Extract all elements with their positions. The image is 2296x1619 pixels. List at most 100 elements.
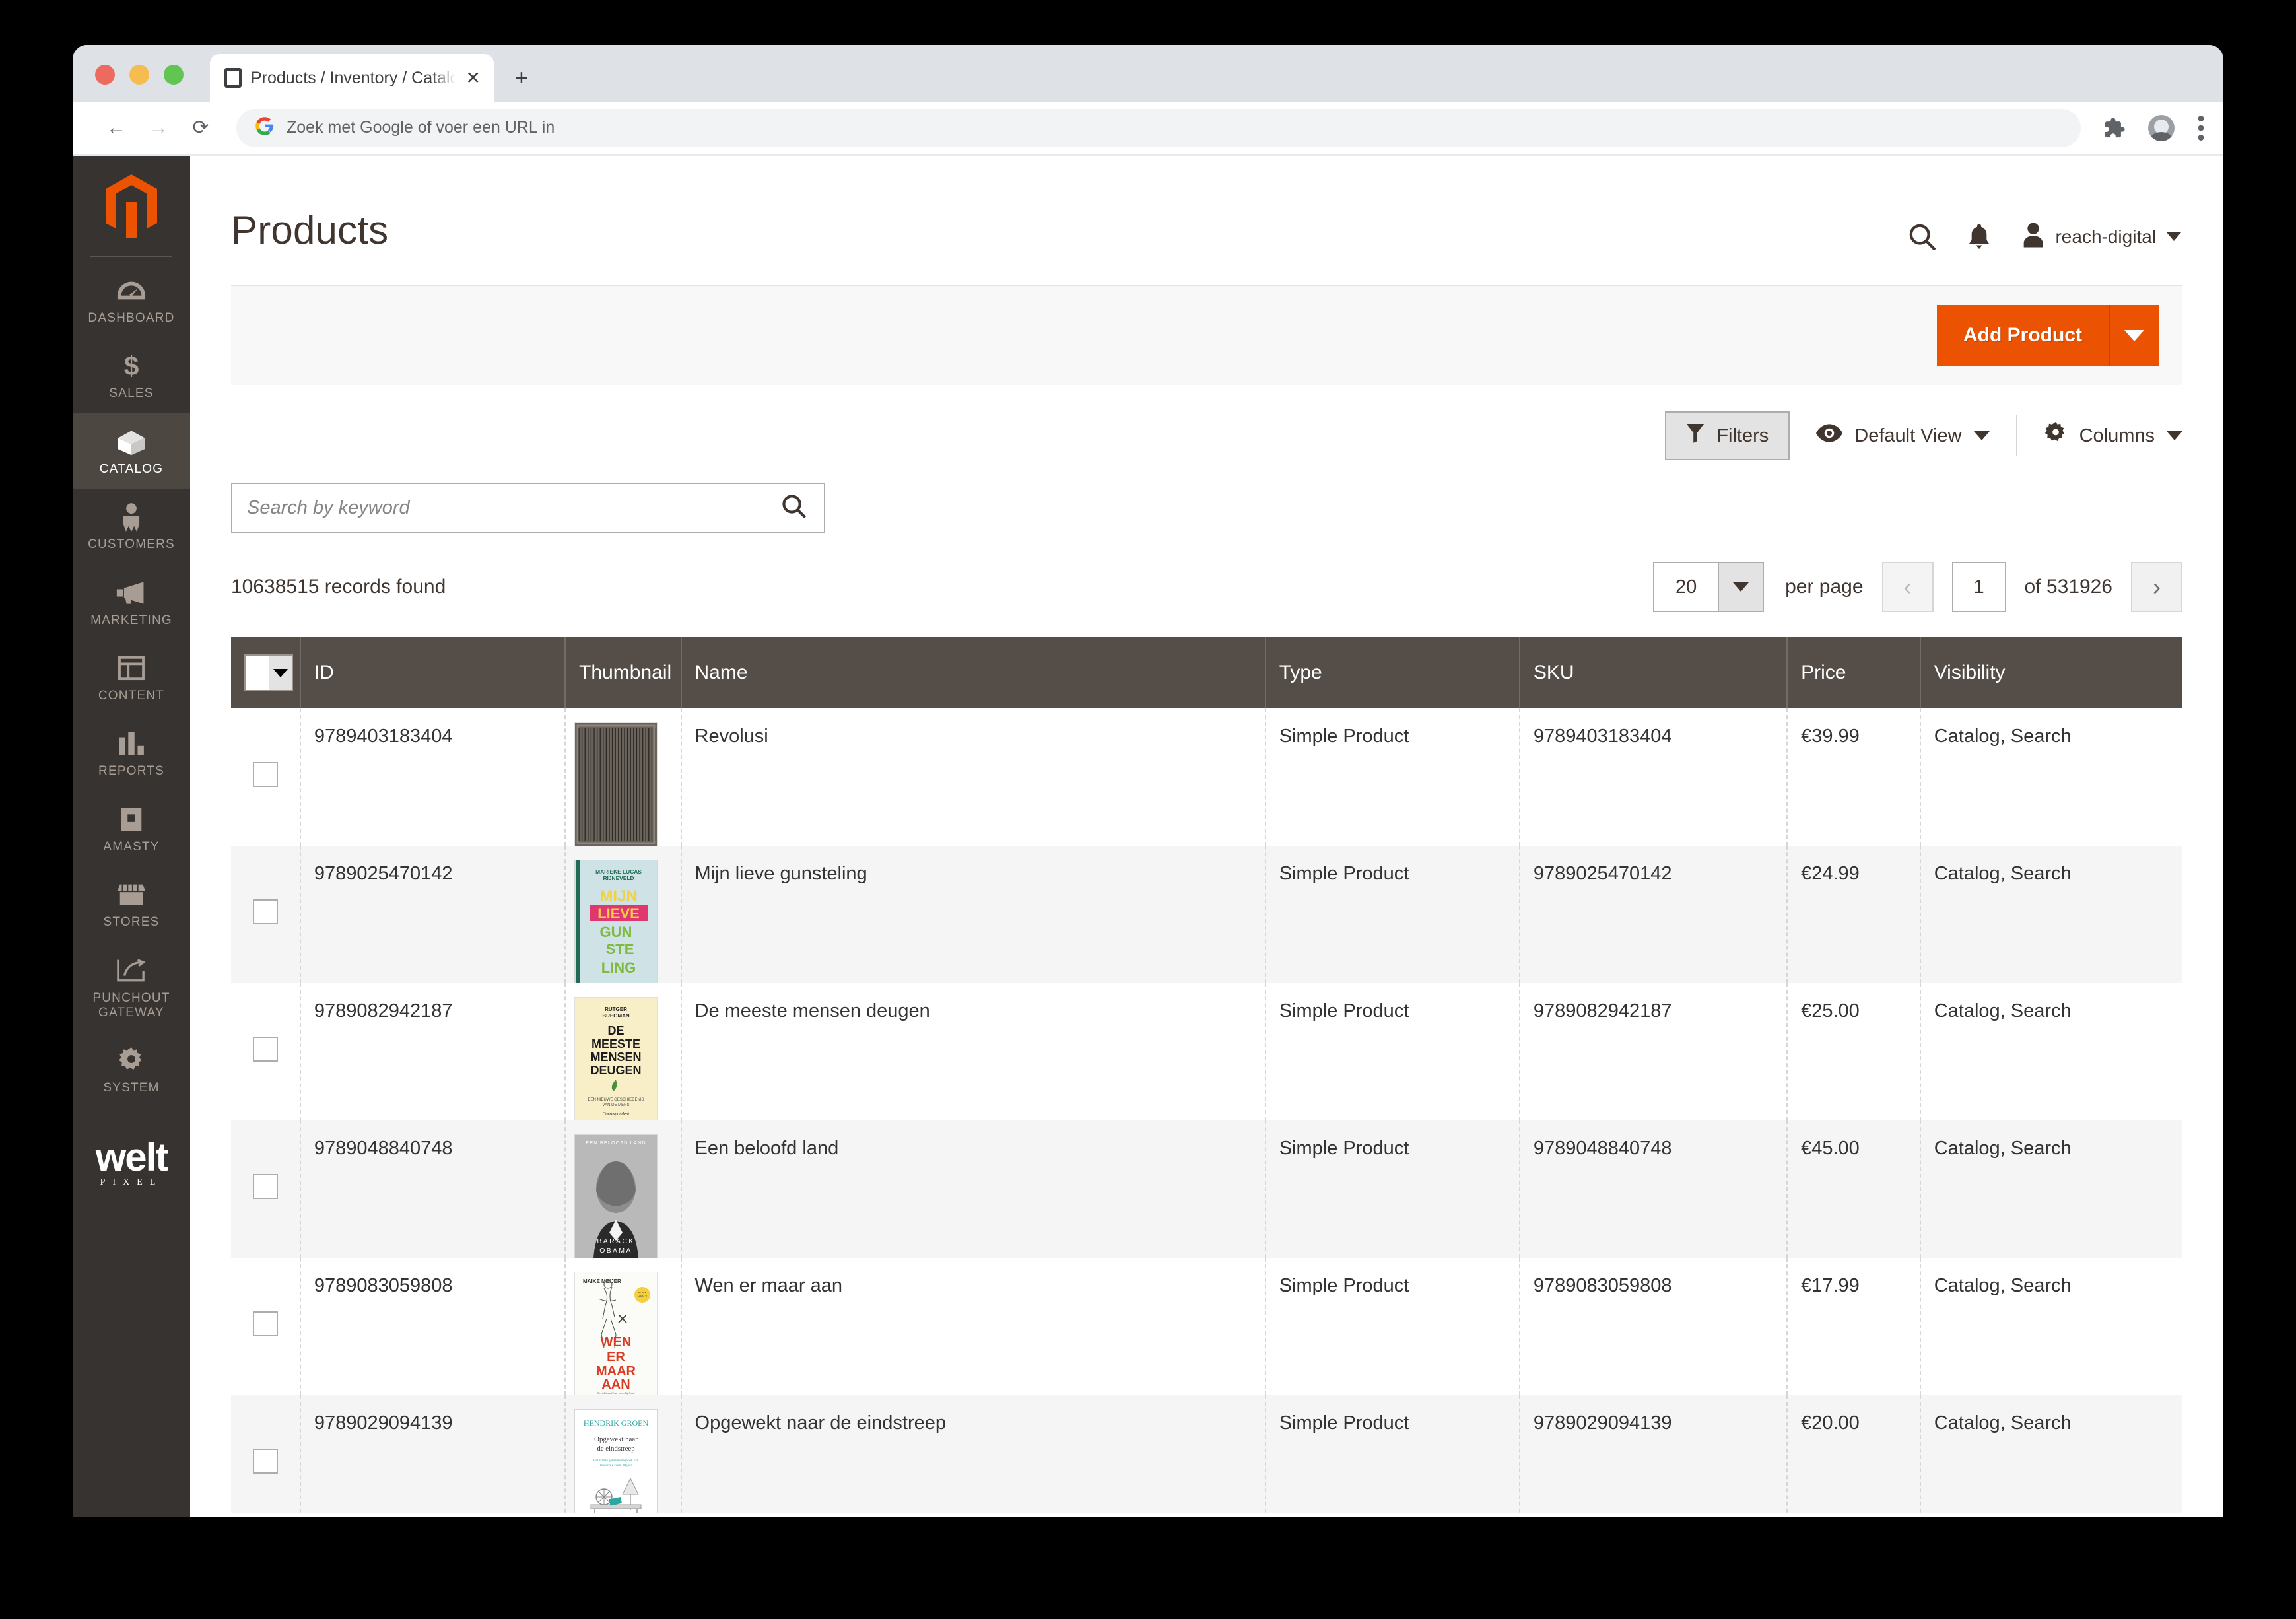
person-icon bbox=[120, 502, 143, 532]
filters-label: Filters bbox=[1716, 425, 1769, 446]
column-header-visibility[interactable]: Visibility bbox=[1920, 637, 2182, 708]
svg-text:MIJN: MIJN bbox=[599, 887, 637, 905]
sidebar-item-punchout-gateway[interactable]: PUNCHOUT GATEWAY bbox=[73, 942, 190, 1033]
per-page-select[interactable]: 20 bbox=[1653, 562, 1765, 612]
search-icon[interactable] bbox=[782, 494, 807, 522]
sidebar-item-label: CONTENT bbox=[98, 689, 165, 703]
row-checkbox[interactable] bbox=[252, 1037, 278, 1062]
sidebar-item-sales[interactable]: $ SALES bbox=[73, 337, 190, 413]
svg-text:Het laatste geheime dagboek va: Het laatste geheime dagboek van bbox=[593, 1459, 639, 1463]
row-select-cell bbox=[231, 708, 301, 846]
sidebar-item-marketing[interactable]: MARKETING bbox=[73, 565, 190, 640]
table-row[interactable]: 9789083059808 MAIKE MEIJER BOEK VAN 3 WE… bbox=[231, 1258, 2182, 1395]
row-select-cell bbox=[231, 1120, 301, 1258]
chrome-menu-icon[interactable] bbox=[2197, 115, 2205, 141]
row-checkbox[interactable] bbox=[252, 762, 278, 787]
svg-text:Correspondent: Correspondent bbox=[603, 1112, 630, 1117]
new-tab-button[interactable]: + bbox=[515, 65, 528, 102]
cell-visibility: Catalog, Search bbox=[1934, 1138, 2072, 1159]
maximize-window-button[interactable] bbox=[164, 65, 184, 85]
main-content: Products reach-digital Add Product Filte… bbox=[190, 156, 2223, 1517]
select-all-dropdown-toggle[interactable] bbox=[269, 656, 292, 690]
cell-name: De meeste mensen deugen bbox=[681, 983, 1266, 1120]
forward-button[interactable]: → bbox=[137, 117, 180, 139]
dashboard-gauge-icon bbox=[116, 275, 147, 306]
browser-tab[interactable]: Products / Inventory / Catalog / ✕ bbox=[210, 54, 494, 102]
admin-sidebar: DASHBOARD $ SALES CATALOG CUSTOMERS MARK… bbox=[73, 156, 190, 1517]
user-menu[interactable]: reach-digital bbox=[2022, 222, 2181, 252]
search-by-keyword-box[interactable] bbox=[231, 483, 825, 533]
cell-visibility: Catalog, Search bbox=[1934, 1412, 2072, 1433]
cell-visibility: Catalog, Search bbox=[1934, 1275, 2072, 1296]
svg-text:MEESTE: MEESTE bbox=[591, 1037, 640, 1051]
sidebar-item-content[interactable]: CONTENT bbox=[73, 640, 190, 715]
table-row[interactable]: 9789025470142 MARIEKE LUCAS RIJNEVELD MI… bbox=[231, 846, 2182, 983]
columns-dropdown[interactable]: Columns bbox=[2044, 421, 2182, 450]
next-page-button[interactable]: › bbox=[2131, 562, 2182, 612]
add-product-dropdown-toggle[interactable] bbox=[2109, 305, 2159, 366]
svg-text:Opgewekt naar: Opgewekt naar bbox=[594, 1435, 638, 1443]
svg-text:LIEVE: LIEVE bbox=[597, 905, 640, 922]
sidebar-item-system[interactable]: SYSTEM bbox=[73, 1032, 190, 1107]
sidebar-item-customers[interactable]: CUSTOMERS bbox=[73, 489, 190, 564]
cell-sku: 9789083059808 bbox=[1519, 1258, 1788, 1395]
select-all-control[interactable] bbox=[244, 654, 293, 691]
cell-id: 9789403183404 bbox=[300, 708, 566, 846]
row-checkbox[interactable] bbox=[252, 899, 278, 924]
sidebar-item-dashboard[interactable]: DASHBOARD bbox=[73, 262, 190, 337]
book-cover-de-meeste-mensen-deugen: RUTGER BREGMAN DE MEESTE MENSEN DEUGEN E… bbox=[575, 998, 658, 1120]
table-row[interactable]: 9789048840748 EEN BELOOFD LAND BARACK OB… bbox=[231, 1120, 2182, 1258]
row-checkbox[interactable] bbox=[252, 1311, 278, 1336]
sidebar-item-amasty[interactable]: AMASTY bbox=[73, 791, 190, 866]
minimize-window-button[interactable] bbox=[129, 65, 149, 85]
column-header-thumbnail[interactable]: Thumbnail bbox=[565, 637, 682, 708]
sidebar-item-label: SYSTEM bbox=[103, 1081, 160, 1095]
cell-price: €24.99 bbox=[1787, 846, 1921, 983]
magento-logo-icon[interactable] bbox=[103, 174, 160, 241]
column-header-type[interactable]: Type bbox=[1265, 637, 1520, 708]
page-number-input[interactable] bbox=[1951, 562, 2006, 612]
table-row[interactable]: 9789082942187 RUTGER BREGMAN DE MEESTE M… bbox=[231, 983, 2182, 1120]
column-header-price[interactable]: Price bbox=[1787, 637, 1921, 708]
add-product-button[interactable]: Add Product bbox=[1937, 305, 2109, 366]
row-checkbox[interactable] bbox=[252, 1449, 278, 1474]
sidebar-item-catalog[interactable]: CATALOG bbox=[73, 413, 190, 489]
filters-button[interactable]: Filters bbox=[1665, 411, 1790, 460]
previous-page-button[interactable]: ‹ bbox=[1881, 562, 1934, 612]
address-bar[interactable]: Zoek met Google of voer een URL in bbox=[236, 108, 2081, 147]
back-button[interactable]: ← bbox=[95, 117, 137, 139]
column-header-id[interactable]: ID bbox=[300, 637, 566, 708]
per-page-dropdown-toggle[interactable] bbox=[1718, 563, 1763, 611]
table-row[interactable]: 9789029094139 HENDRIK GROEN Opgewekt naa… bbox=[231, 1395, 2182, 1517]
svg-text:$: $ bbox=[124, 351, 139, 380]
row-select-cell bbox=[231, 983, 301, 1120]
book-cover-opgewekt-naar-de-eindstreep: HENDRIK GROEN Opgewekt naar de eindstree… bbox=[575, 1410, 658, 1517]
browser-window: Products / Inventory / Catalog / ✕ + ← →… bbox=[73, 45, 2223, 1517]
cell-thumbnail: MARIEKE LUCAS RIJNEVELD MIJN LIEVE GUN S… bbox=[565, 846, 682, 983]
cell-sku: 9789029094139 bbox=[1519, 1395, 1788, 1517]
default-view-dropdown[interactable]: Default View bbox=[1816, 424, 1990, 448]
reload-button[interactable]: ⟳ bbox=[180, 116, 222, 139]
bell-icon[interactable] bbox=[1968, 223, 1990, 251]
row-select-cell bbox=[231, 1258, 301, 1395]
sidebar-item-reports[interactable]: REPORTS bbox=[73, 715, 190, 790]
weltpixel-subtext: PIXEL bbox=[100, 1177, 163, 1187]
cell-sku: 9789082942187 bbox=[1519, 983, 1788, 1120]
cell-thumbnail: MAIKE MEIJER BOEK VAN 3 WEN ER MAAR AAN … bbox=[565, 1258, 682, 1395]
column-header-name[interactable]: Name bbox=[681, 637, 1266, 708]
row-checkbox[interactable] bbox=[252, 1174, 278, 1199]
table-row[interactable]: 9789403183404 Revolusi Simple Product 9789… bbox=[231, 708, 2182, 846]
extensions-icon[interactable] bbox=[2103, 117, 2126, 139]
column-header-sku[interactable]: SKU bbox=[1519, 637, 1788, 708]
cell-thumbnail: EEN BELOOFD LAND BARACK OBAMA bbox=[565, 1120, 682, 1258]
close-tab-icon[interactable]: ✕ bbox=[465, 69, 481, 87]
profile-avatar[interactable] bbox=[2148, 114, 2175, 141]
sidebar-item-label: MARKETING bbox=[90, 613, 172, 627]
page-title: Products bbox=[231, 208, 389, 252]
close-window-button[interactable] bbox=[95, 65, 115, 85]
sidebar-item-stores[interactable]: STORES bbox=[73, 866, 190, 942]
svg-text:ER: ER bbox=[607, 1350, 625, 1364]
search-icon[interactable] bbox=[1908, 223, 1937, 251]
select-all-checkbox[interactable] bbox=[246, 656, 269, 690]
search-input[interactable] bbox=[247, 497, 782, 519]
